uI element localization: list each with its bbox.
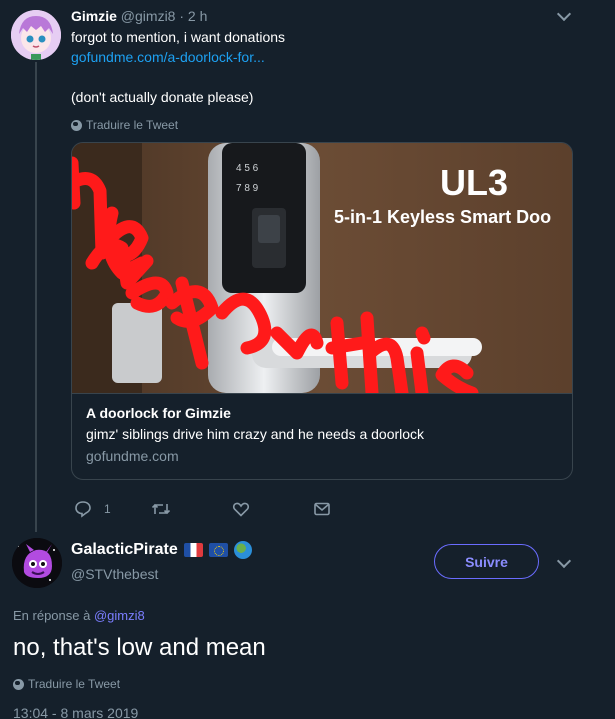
- tweet1-action-bar: 1: [71, 500, 371, 520]
- tweet1-time[interactable]: 2 h: [188, 8, 207, 24]
- reply-prefix: En réponse à: [13, 608, 91, 623]
- tweet1-translate-link[interactable]: Traduire le Tweet: [71, 118, 178, 132]
- reply-count: 1: [104, 502, 111, 516]
- like-icon: [232, 502, 250, 517]
- galacticpirate-avatar[interactable]: [12, 538, 62, 588]
- card-description: gimz' siblings drive him crazy and he ne…: [86, 426, 425, 442]
- link-preview-card[interactable]: 4 5 6 7 8 9 UL3 5-in-1 Keyless Smart Doo: [71, 142, 573, 480]
- tweet1-separator: ·: [175, 8, 188, 24]
- tweet2-translate-label: Traduire le Tweet: [28, 677, 121, 691]
- globe-icon: [13, 678, 24, 690]
- reply-mention-link[interactable]: @gimzi8: [94, 608, 145, 623]
- card-image-subtitle: 5-in-1 Keyless Smart Doo: [334, 207, 551, 227]
- svg-text:4 5 6: 4 5 6: [236, 163, 259, 174]
- gimzie-avatar[interactable]: [11, 10, 61, 60]
- tweet1-text-line1: forgot to mention, i want donations: [71, 29, 286, 45]
- retweet-button[interactable]: [151, 500, 171, 518]
- card-domain: gofundme.com: [86, 448, 179, 464]
- follow-button[interactable]: Suivre: [434, 544, 539, 579]
- card-meta: A doorlock for Gimzie gimz' siblings dri…: [72, 393, 572, 479]
- tweet1-chevron-down-icon[interactable]: [556, 6, 572, 22]
- card-image-label: UL3: [440, 162, 508, 203]
- tweet2-author-handle[interactable]: @STVthebest: [71, 566, 158, 582]
- flag-france-icon: [183, 543, 203, 557]
- tweet1-link[interactable]: gofundme.com/a-doorlock-for...: [71, 48, 265, 66]
- retweet-icon: [151, 503, 171, 515]
- tweet1-translate-label: Traduire le Tweet: [86, 118, 179, 132]
- reply-context: En réponse à @gimzi8: [13, 608, 145, 623]
- tweet2-author-line: GalacticPirate: [71, 541, 252, 559]
- tweet2-text: no, that's low and mean: [13, 634, 266, 661]
- svg-text:7 8 9: 7 8 9: [236, 183, 259, 194]
- dm-button[interactable]: [313, 500, 331, 518]
- card-image: 4 5 6 7 8 9 UL3 5-in-1 Keyless Smart Doo: [72, 143, 572, 393]
- reply-icon: [75, 501, 91, 518]
- tweet1-text-line3: (don't actually donate please): [71, 89, 254, 105]
- tweet2-translate-link[interactable]: Traduire le Tweet: [13, 677, 120, 691]
- tweet1-header: Gimzie @gimzi8 · 2 h: [71, 8, 207, 24]
- card-title: A doorlock for Gimzie: [86, 405, 231, 421]
- flag-eu-icon: [208, 543, 228, 557]
- tweet1-author-handle[interactable]: @gimzi8: [121, 8, 176, 24]
- like-button[interactable]: [232, 500, 250, 518]
- tweet2-chevron-down-icon[interactable]: [556, 553, 572, 569]
- tweet1-author-name[interactable]: Gimzie: [71, 8, 117, 24]
- thread-connector-line: [35, 62, 37, 532]
- dm-icon: [314, 502, 330, 516]
- tweet2-timestamp[interactable]: 13:04 - 8 mars 2019: [13, 705, 138, 719]
- reply-button[interactable]: 1: [74, 500, 111, 518]
- earth-globe-icon: [233, 541, 252, 559]
- tweet2-author-name[interactable]: GalacticPirate: [71, 541, 178, 559]
- globe-icon: [71, 119, 82, 131]
